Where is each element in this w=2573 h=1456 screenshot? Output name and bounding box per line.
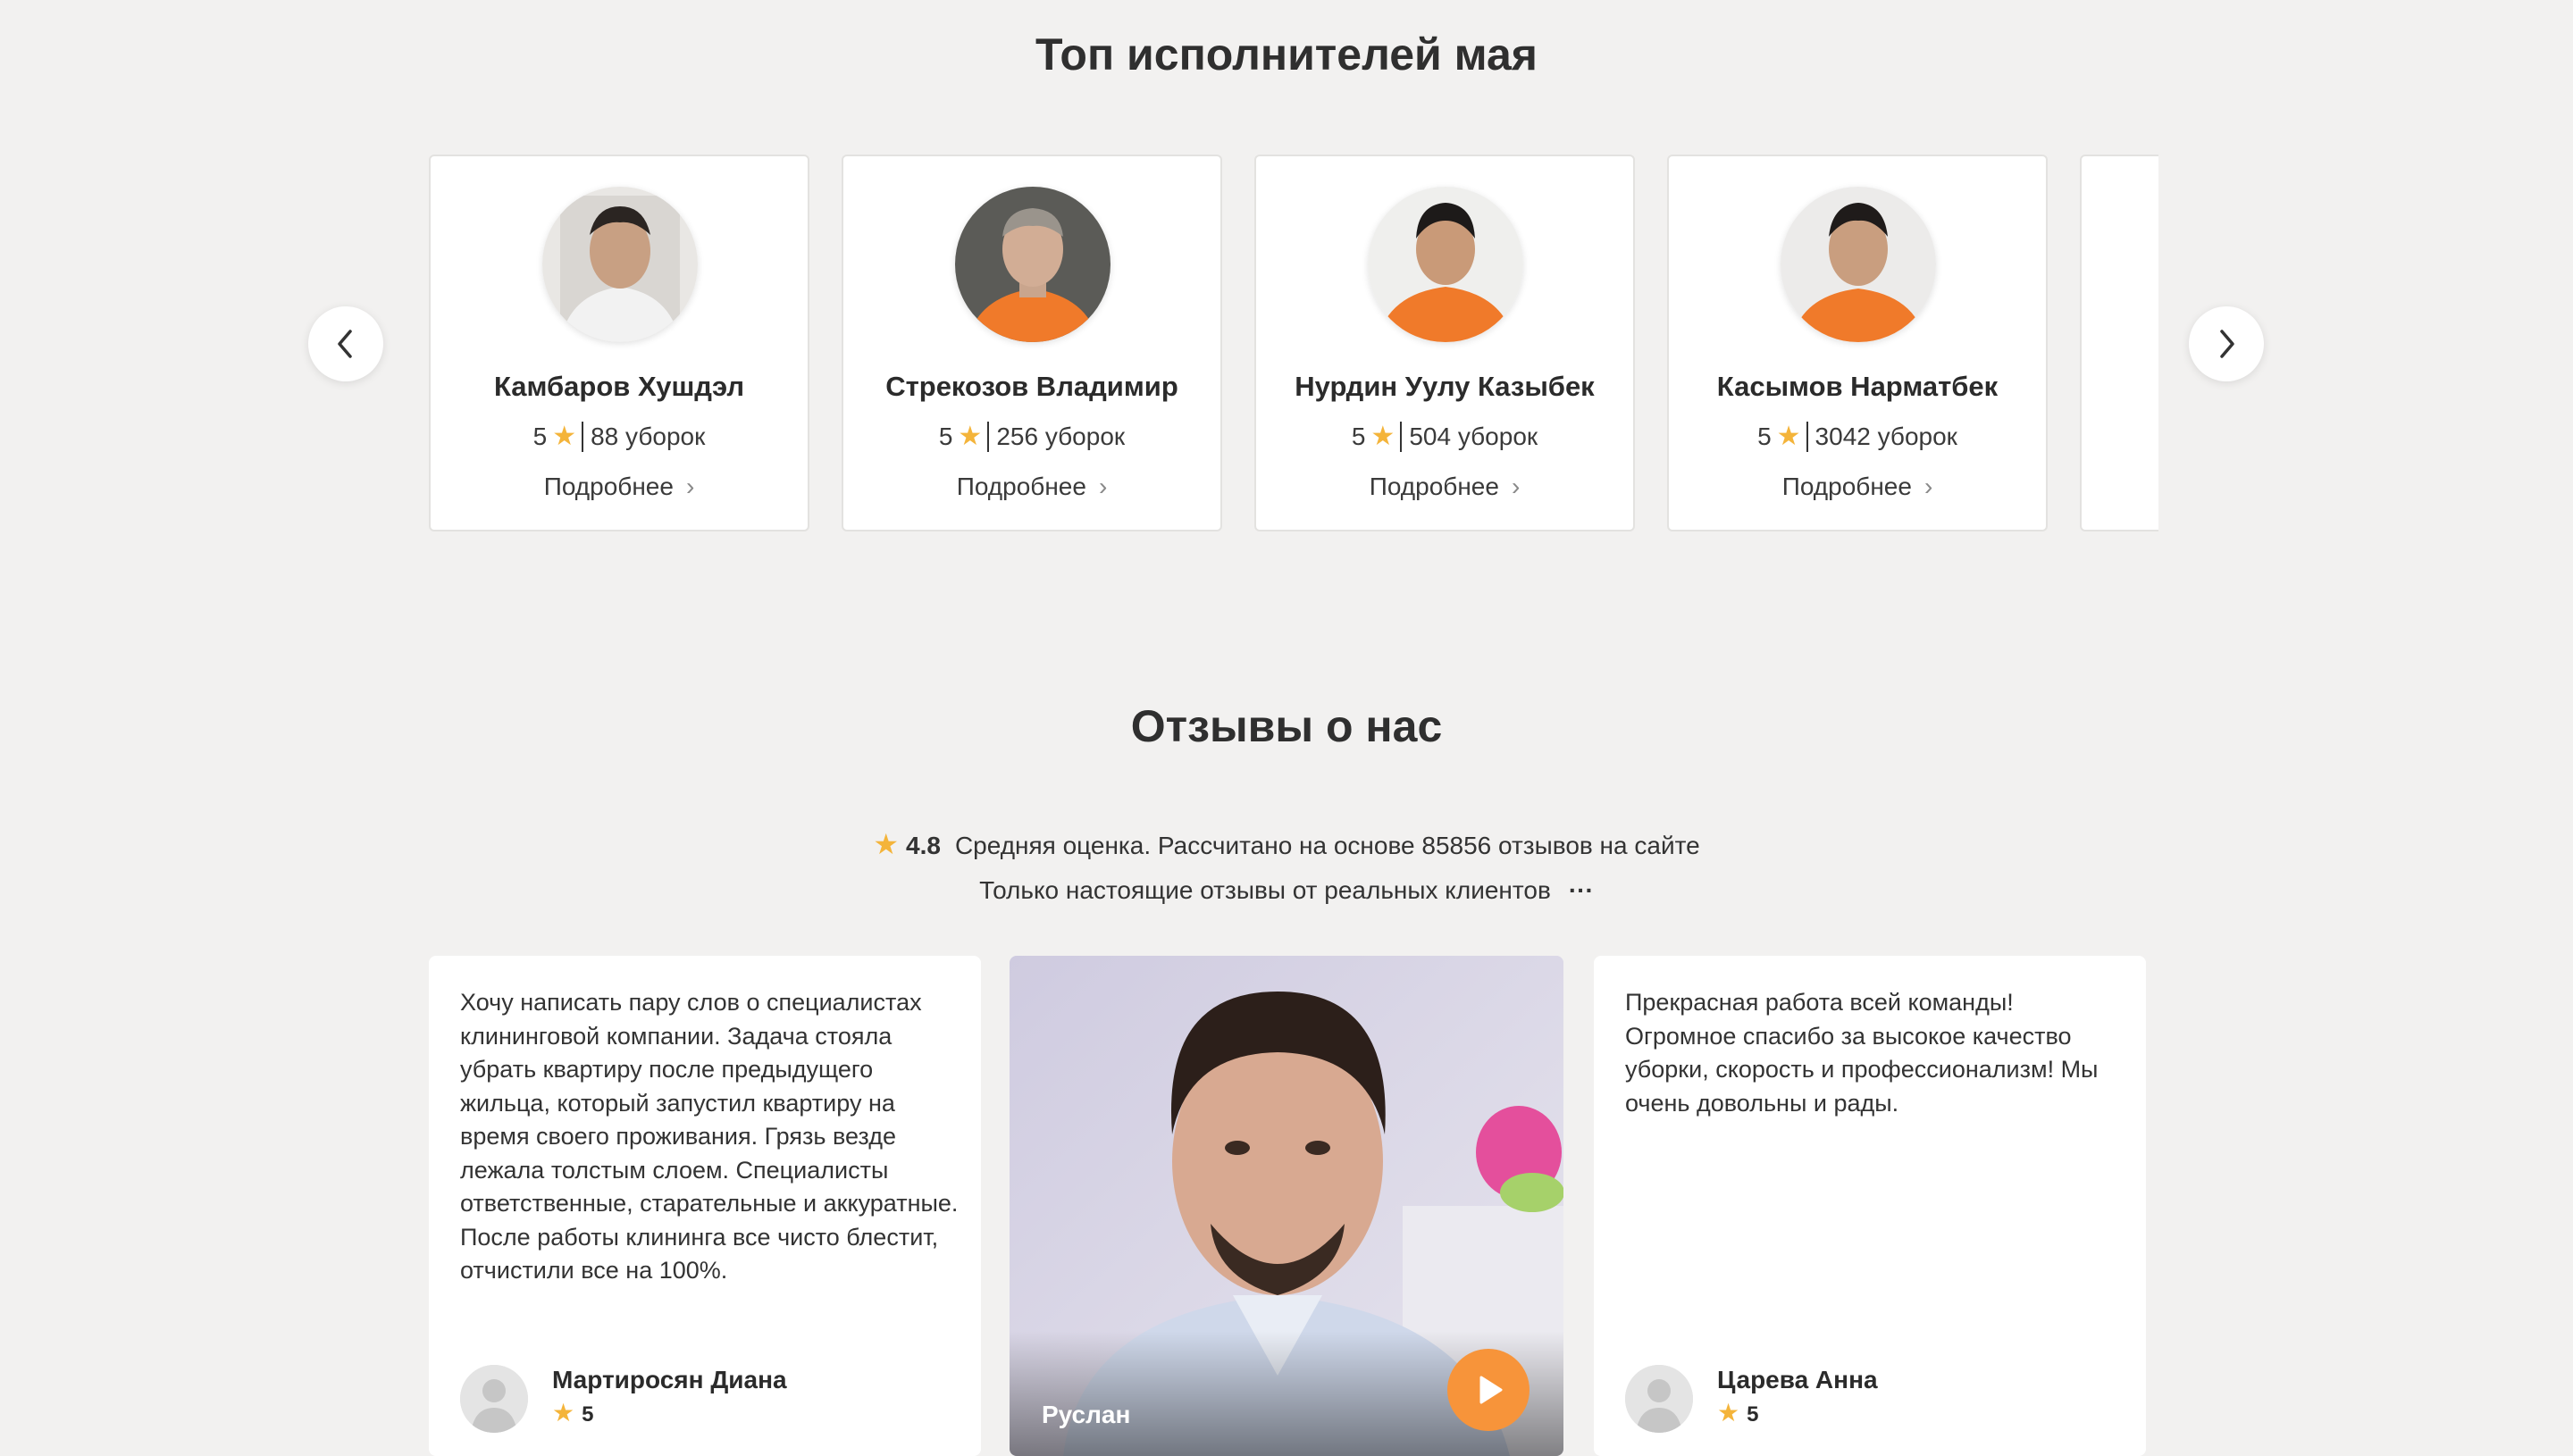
more-details-link[interactable]: Подробнее › (431, 473, 808, 501)
reviewer-rating-value: 5 (1747, 1402, 1759, 1427)
chevron-right-icon: › (685, 473, 695, 500)
performer-name: Касымов Нарматбек (1716, 371, 1999, 402)
star-icon: ★ (958, 422, 983, 451)
video-author-name: Руслан (1042, 1401, 1131, 1428)
performers-carousel[interactable]: Камбаров Хушдэл 5 ★ 88 уборок Подробнее › С… (429, 155, 2158, 533)
performer-name: Нурдин Уулу Казыбек (1295, 371, 1595, 402)
stats-divider (1400, 422, 1403, 452)
star-icon: ★ (1370, 422, 1395, 451)
section-title-reviews: Отзывы о нас (1130, 701, 1443, 751)
performer-name: Стрекозов Владимир (885, 371, 1178, 402)
chevron-right-icon: › (1098, 473, 1108, 500)
chevron-left-icon (338, 330, 352, 358)
genuine-reviews-line: Только настоящие отзывы от реальных клие… (0, 876, 2573, 905)
carousel-next-button[interactable] (2189, 306, 2264, 381)
more-details-link[interactable]: Подробнее › (1256, 473, 1633, 501)
star-icon: ★ (1717, 1399, 1740, 1427)
average-rating-value: 4.8 (906, 832, 941, 859)
review-text: Прекрасная работа всей команды! Огромное… (1625, 989, 2099, 1117)
star-icon: ★ (552, 422, 577, 451)
star-icon: ★ (1776, 422, 1801, 451)
performer-rating: 5 (532, 423, 548, 450)
chevron-right-icon (2220, 330, 2234, 358)
performer-name: Камбаров Хушдэл (493, 371, 745, 402)
stats-divider (1806, 422, 1808, 452)
chevron-right-icon: › (1511, 473, 1521, 500)
play-button[interactable] (1447, 1349, 1530, 1431)
performer-cleanings-count: 504 уборок (1409, 423, 1538, 450)
performer-cleanings-count: 88 уборок (591, 423, 706, 450)
reviewer-name: Царева Анна (1717, 1366, 1878, 1393)
more-details-label: Подробнее (543, 473, 674, 500)
section-title-top-performers: Топ исполнителей мая (1035, 29, 1538, 79)
performer-cleanings-count: 3042 уборок (1815, 423, 1957, 450)
performer-card-partial[interactable] (2080, 155, 2158, 531)
more-details-label: Подробнее (1369, 473, 1499, 500)
chevron-right-icon: › (1923, 473, 1933, 500)
more-options-icon[interactable]: ··· (1569, 876, 1594, 904)
average-rating-line: ★ 4.8 Средняя оценка. Рассчитано на основе… (0, 827, 2573, 861)
review-card: Прекрасная работа всей команды! Огромное… (1594, 956, 2146, 1456)
average-rating-text: Средняя оценка. Рассчитано на основе 858… (954, 832, 1700, 859)
reviewer-avatar (1625, 1365, 1693, 1433)
performer-avatar (1368, 187, 1523, 342)
review-card: Хочу написать пару слов о специалистах к… (429, 956, 981, 1456)
stats-divider (987, 422, 990, 452)
more-details-link[interactable]: Подробнее › (843, 473, 1220, 501)
play-icon (1479, 1376, 1503, 1404)
performer-card[interactable]: Камбаров Хушдэл 5 ★ 88 уборок Подробнее › (429, 155, 809, 531)
performer-cleanings-count: 256 уборок (996, 423, 1126, 450)
performer-stats: 5 ★ 256 уборок (843, 422, 1220, 452)
performer-stats: 5 ★ 3042 уборок (1669, 422, 2046, 452)
performer-rating: 5 (938, 423, 953, 450)
genuine-reviews-text: Только настоящие отзывы от реальных клие… (979, 876, 1551, 904)
performer-avatar (955, 187, 1110, 342)
performer-stats: 5 ★ 504 уборок (1256, 422, 1633, 452)
performer-avatar (1781, 187, 1936, 342)
more-details-link[interactable]: Подробнее › (1669, 473, 2046, 501)
reviewer-rating-value: 5 (582, 1402, 594, 1427)
performer-card[interactable]: Стрекозов Владимир 5 ★ 256 уборок Подробне… (842, 155, 1222, 531)
video-review-card[interactable]: Руслан (1010, 956, 1563, 1456)
performer-stats: 5 ★ 88 уборок (431, 422, 808, 452)
more-details-label: Подробнее (1781, 473, 1912, 500)
star-icon: ★ (552, 1399, 575, 1427)
reviewer-rating: ★ 5 (1717, 1398, 1758, 1427)
star-icon: ★ (873, 828, 899, 860)
performer-card[interactable]: Нурдин Уулу Казыбек 5 ★ 504 уборок Подробн… (1254, 155, 1635, 531)
performer-card[interactable]: Касымов Нарматбек 5 ★ 3042 уборок Подробне… (1667, 155, 2048, 531)
more-details-label: Подробнее (956, 473, 1086, 500)
performer-avatar (542, 187, 698, 342)
performer-rating: 5 (1757, 423, 1772, 450)
stats-divider (582, 422, 584, 452)
review-text: Хочу написать пару слов о специалистах к… (460, 989, 959, 1284)
performer-rating: 5 (1351, 423, 1366, 450)
reviewer-name: Мартиросян Диана (552, 1366, 787, 1393)
reviewer-avatar (460, 1365, 528, 1433)
carousel-prev-button[interactable] (308, 306, 383, 381)
reviewer-rating: ★ 5 (552, 1398, 593, 1427)
